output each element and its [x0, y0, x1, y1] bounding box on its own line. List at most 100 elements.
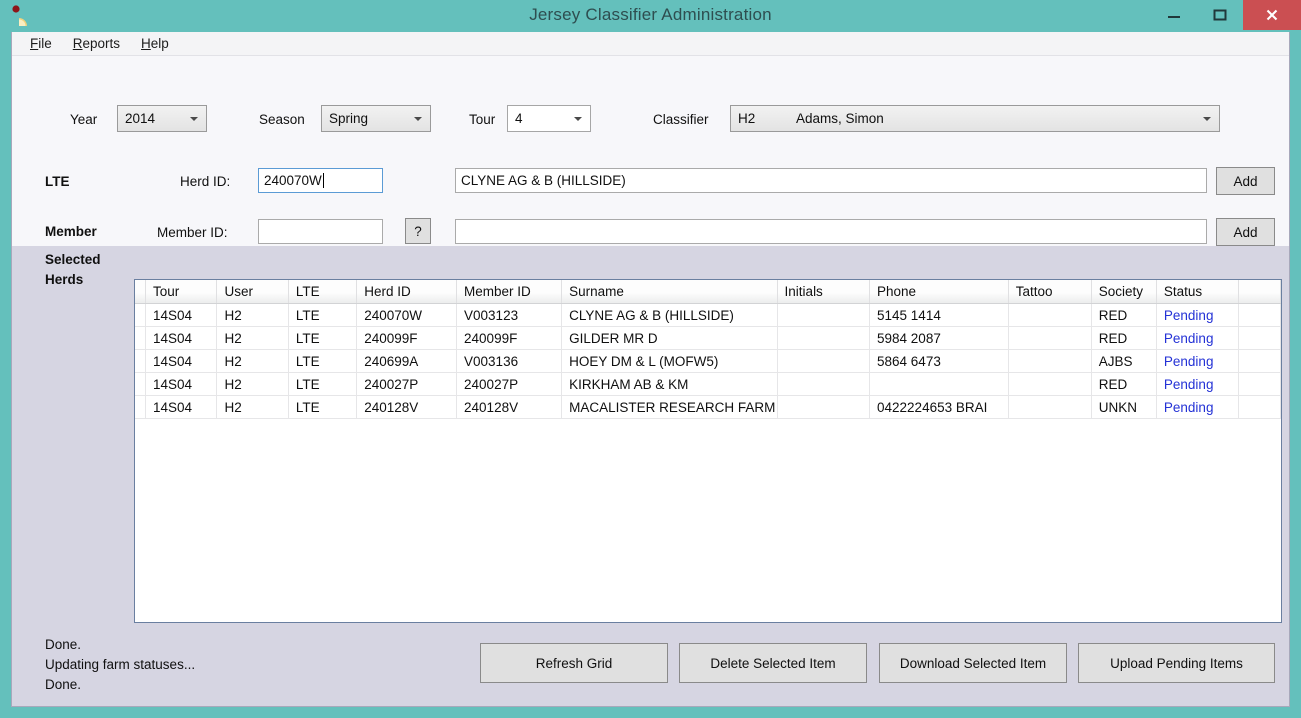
menu-item-help[interactable]: Help: [131, 34, 180, 53]
year-combo[interactable]: 2014: [117, 105, 207, 132]
grid-header-surname[interactable]: Surname: [561, 280, 778, 304]
table-cell-member-id[interactable]: 240099F: [456, 326, 563, 350]
table-row[interactable]: 14S04 H2 LTE 240070W V003123 CLYNE AG & B (HI…: [135, 303, 1281, 327]
table-cell-surname[interactable]: KIRKHAM AB & KM: [561, 372, 778, 396]
status-link[interactable]: Pending: [1164, 331, 1214, 346]
status-link[interactable]: Pending: [1164, 377, 1214, 392]
lte-herd-name-field[interactable]: CLYNE AG & B (HILLSIDE): [455, 168, 1207, 193]
table-row-selector[interactable]: [135, 326, 146, 350]
grid-header-phone[interactable]: Phone: [869, 280, 1009, 304]
table-cell-phone[interactable]: 5145 1414: [869, 303, 1009, 327]
table-cell-phone[interactable]: 5984 2087: [869, 326, 1009, 350]
table-cell-tour[interactable]: 14S04: [145, 326, 218, 350]
table-row-selector[interactable]: [135, 349, 146, 373]
table-cell-tattoo[interactable]: [1008, 303, 1092, 327]
table-cell-tattoo[interactable]: [1008, 372, 1092, 396]
table-cell-user[interactable]: H2: [216, 395, 289, 419]
table-cell-herd-id[interactable]: 240099F: [356, 326, 458, 350]
table-cell-surname[interactable]: CLYNE AG & B (HILLSIDE): [561, 303, 778, 327]
lte-herd-id-input[interactable]: 240070W: [258, 168, 383, 193]
member-id-input[interactable]: [258, 219, 383, 244]
table-cell-member-id[interactable]: 240027P: [456, 372, 563, 396]
table-cell-society[interactable]: RED: [1091, 326, 1157, 350]
status-link[interactable]: Pending: [1164, 354, 1214, 369]
grid-header-tattoo[interactable]: Tattoo: [1008, 280, 1092, 304]
table-row[interactable]: 14S04 H2 LTE 240128V 240128V MACALISTER RESEA…: [135, 395, 1281, 419]
table-cell-tour[interactable]: 14S04: [145, 372, 218, 396]
table-cell-tattoo[interactable]: [1008, 395, 1092, 419]
table-cell-lte[interactable]: LTE: [288, 372, 358, 396]
table-cell-lte[interactable]: LTE: [288, 303, 358, 327]
table-cell-status[interactable]: Pending: [1156, 395, 1239, 419]
lte-add-button[interactable]: Add: [1216, 167, 1275, 195]
status-link[interactable]: Pending: [1164, 400, 1214, 415]
grid-header-member-id[interactable]: Member ID: [456, 280, 563, 304]
season-combo[interactable]: Spring: [321, 105, 431, 132]
table-cell-lte[interactable]: LTE: [288, 395, 358, 419]
table-cell-status[interactable]: Pending: [1156, 349, 1239, 373]
grid-header-society[interactable]: Society: [1091, 280, 1157, 304]
table-cell-surname[interactable]: HOEY DM & L (MOFW5): [561, 349, 778, 373]
table-cell-member-id[interactable]: V003136: [456, 349, 563, 373]
table-cell-user[interactable]: H2: [216, 326, 289, 350]
menu-item-reports[interactable]: Reports: [63, 34, 131, 53]
table-row-selector[interactable]: [135, 395, 146, 419]
grid-header-tour[interactable]: Tour: [145, 280, 218, 304]
table-row[interactable]: 14S04 H2 LTE 240099F 240099F GILDER MR D 5984 …: [135, 326, 1281, 350]
table-cell-society[interactable]: RED: [1091, 372, 1157, 396]
table-cell-initials[interactable]: [777, 395, 871, 419]
table-cell-status[interactable]: Pending: [1156, 326, 1239, 350]
table-cell-tattoo[interactable]: [1008, 349, 1092, 373]
grid-header-herd-id[interactable]: Herd ID: [356, 280, 458, 304]
table-cell-phone[interactable]: 0422224653 BRAI: [869, 395, 1009, 419]
table-cell-initials[interactable]: [777, 372, 871, 396]
refresh-grid-button[interactable]: Refresh Grid: [480, 643, 668, 683]
upload-pending-items-button[interactable]: Upload Pending Items: [1078, 643, 1275, 683]
table-cell-initials[interactable]: [777, 349, 871, 373]
table-cell-member-id[interactable]: 240128V: [456, 395, 563, 419]
table-cell-user[interactable]: H2: [216, 372, 289, 396]
table-cell-surname[interactable]: MACALISTER RESEARCH FARM: [561, 395, 778, 419]
table-cell-status[interactable]: Pending: [1156, 303, 1239, 327]
grid-header-lte[interactable]: LTE: [288, 280, 358, 304]
table-cell-tattoo[interactable]: [1008, 326, 1092, 350]
table-cell-surname[interactable]: GILDER MR D: [561, 326, 778, 350]
delete-selected-item-button[interactable]: Delete Selected Item: [679, 643, 867, 683]
close-button[interactable]: [1243, 0, 1301, 30]
table-row[interactable]: 14S04 H2 LTE 240027P 240027P KIRKHAM AB & KM R…: [135, 372, 1281, 396]
grid-header-initials[interactable]: Initials: [777, 280, 871, 304]
table-cell-lte[interactable]: LTE: [288, 326, 358, 350]
table-cell-herd-id[interactable]: 240128V: [356, 395, 458, 419]
selected-herds-grid[interactable]: Tour User LTE Herd ID Member ID Surname …: [134, 279, 1282, 623]
grid-header-user[interactable]: User: [216, 280, 289, 304]
table-cell-tour[interactable]: 14S04: [145, 395, 218, 419]
table-cell-tour[interactable]: 14S04: [145, 303, 218, 327]
member-lookup-button[interactable]: ?: [405, 218, 431, 244]
table-cell-lte[interactable]: LTE: [288, 349, 358, 373]
download-selected-item-button[interactable]: Download Selected Item: [879, 643, 1067, 683]
maximize-button[interactable]: [1197, 0, 1243, 30]
classifier-combo[interactable]: H2 Adams, Simon: [730, 105, 1220, 132]
table-row-selector[interactable]: [135, 303, 146, 327]
table-cell-society[interactable]: RED: [1091, 303, 1157, 327]
member-name-field[interactable]: [455, 219, 1207, 244]
menu-item-file[interactable]: File: [20, 34, 63, 53]
table-cell-initials[interactable]: [777, 326, 871, 350]
minimize-button[interactable]: [1151, 0, 1197, 30]
table-cell-phone[interactable]: 5864 6473: [869, 349, 1009, 373]
table-cell-herd-id[interactable]: 240070W: [356, 303, 458, 327]
table-cell-society[interactable]: UNKN: [1091, 395, 1157, 419]
member-add-button[interactable]: Add: [1216, 218, 1275, 246]
table-cell-herd-id[interactable]: 240699A: [356, 349, 458, 373]
table-cell-society[interactable]: AJBS: [1091, 349, 1157, 373]
table-cell-phone[interactable]: [869, 372, 1009, 396]
grid-header-status[interactable]: Status: [1156, 280, 1239, 304]
tour-combo[interactable]: 4: [507, 105, 591, 132]
table-cell-tour[interactable]: 14S04: [145, 349, 218, 373]
table-cell-member-id[interactable]: V003123: [456, 303, 563, 327]
table-cell-initials[interactable]: [777, 303, 871, 327]
table-cell-status[interactable]: Pending: [1156, 372, 1239, 396]
status-link[interactable]: Pending: [1164, 308, 1214, 323]
table-cell-user[interactable]: H2: [216, 303, 289, 327]
table-row[interactable]: 14S04 H2 LTE 240699A V003136 HOEY DM & L (MOF…: [135, 349, 1281, 373]
